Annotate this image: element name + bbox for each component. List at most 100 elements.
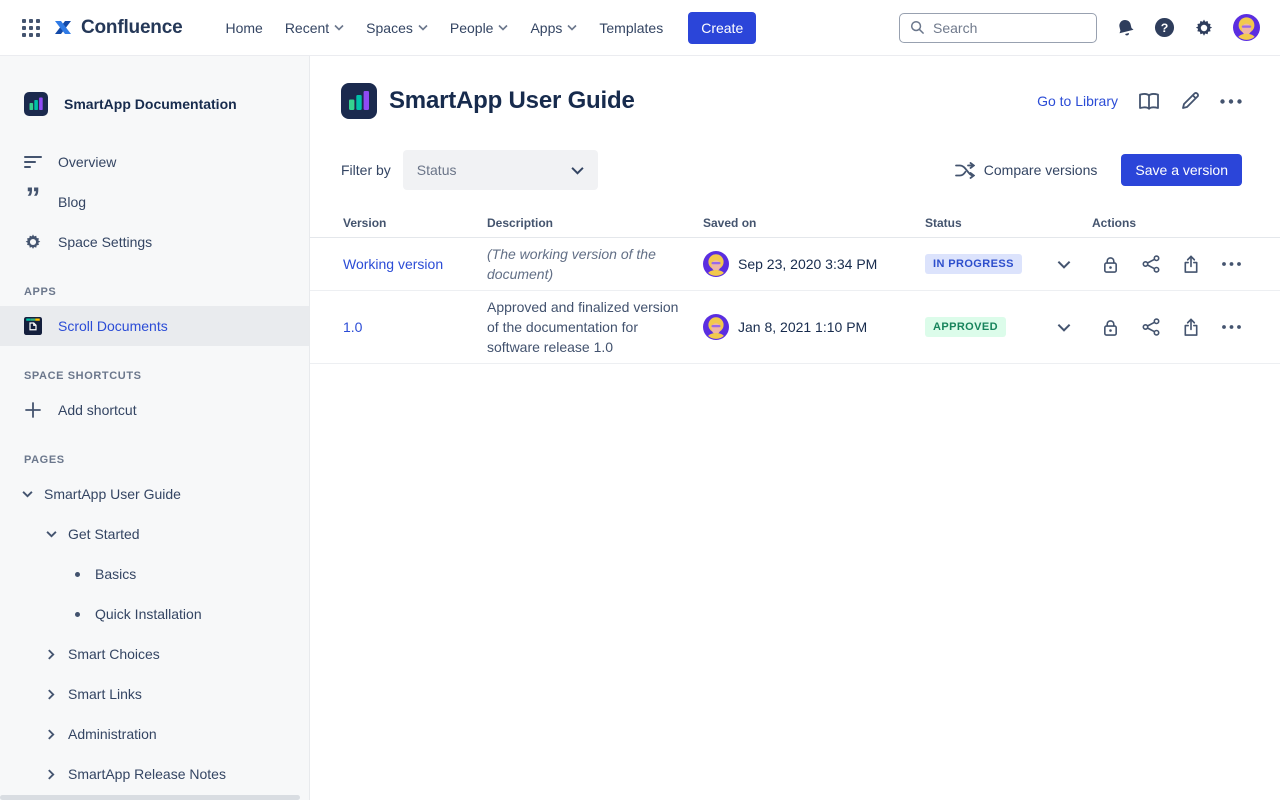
expand-row-chevron-icon[interactable]	[1035, 323, 1092, 332]
nav-recent[interactable]: Recent	[274, 12, 355, 44]
chevron-down-icon[interactable]	[20, 490, 34, 498]
brand-name: Confluence	[81, 17, 182, 39]
confluence-logo-icon	[52, 18, 74, 38]
status-badge: IN PROGRESS	[925, 254, 1022, 274]
chevron-down-icon	[567, 24, 577, 31]
space-name: SmartApp Documentation	[64, 96, 237, 112]
page-tree-item-quick-installation[interactable]: Quick Installation	[0, 594, 309, 634]
saved-on-timestamp: Sep 23, 2020 3:34 PM	[738, 256, 877, 272]
page-tree-item-administration[interactable]: Administration	[0, 714, 309, 754]
notifications-bell-icon[interactable]	[1116, 18, 1135, 37]
bullet-icon	[75, 572, 80, 577]
nav-home[interactable]: Home	[214, 12, 273, 44]
chevron-right-icon[interactable]	[44, 649, 58, 660]
saved-by-avatar	[703, 251, 729, 277]
space-header[interactable]: SmartApp Documentation	[0, 92, 309, 116]
chevron-down-icon	[418, 24, 428, 31]
search-icon	[910, 20, 925, 35]
column-header-actions: Actions	[1092, 216, 1280, 230]
column-header-saved-on: Saved on	[703, 216, 925, 230]
sidebar-item-blog[interactable]: ” Blog	[0, 182, 309, 222]
create-button[interactable]: Create	[688, 12, 756, 44]
export-icon[interactable]	[1183, 255, 1199, 274]
chevron-down-icon[interactable]	[44, 530, 58, 538]
page-tree: SmartApp User Guide Get Started Basics Q…	[0, 474, 309, 794]
permissions-lock-icon[interactable]	[1102, 255, 1119, 274]
page-tree-item-smart-links[interactable]: Smart Links	[0, 674, 309, 714]
sidebar-item-space-settings[interactable]: Space Settings	[0, 222, 309, 262]
help-icon[interactable]: ?	[1154, 17, 1175, 38]
version-description: Approved and finalized version of the do…	[487, 291, 703, 363]
go-to-library-link[interactable]: Go to Library	[1037, 93, 1118, 109]
search-input[interactable]	[933, 20, 1063, 36]
chevron-right-icon[interactable]	[44, 729, 58, 740]
confluence-logo[interactable]: Confluence	[52, 17, 182, 39]
column-header-version: Version	[343, 216, 487, 230]
chevron-right-icon[interactable]	[44, 689, 58, 700]
nav-people[interactable]: People	[439, 12, 520, 44]
more-actions-icon[interactable]	[1220, 99, 1242, 104]
page-tree-item-get-started[interactable]: Get Started	[0, 514, 309, 554]
overview-icon	[24, 155, 42, 169]
space-sidebar: SmartApp Documentation Overview ” Blog S…	[0, 56, 310, 800]
document-icon	[341, 83, 377, 119]
nav-apps[interactable]: Apps	[519, 12, 588, 44]
chevron-right-icon[interactable]	[44, 769, 58, 780]
column-header-description: Description	[487, 216, 703, 230]
settings-gear-icon[interactable]	[1194, 18, 1214, 38]
apps-section-label: APPS	[0, 286, 309, 298]
share-icon[interactable]	[1142, 255, 1160, 273]
compare-versions-button[interactable]: Compare versions	[955, 162, 1098, 179]
status-filter-dropdown[interactable]: Status	[403, 150, 598, 190]
app-switcher-icon[interactable]	[20, 17, 42, 39]
nav-templates[interactable]: Templates	[588, 12, 674, 44]
saved-by-avatar	[703, 314, 729, 340]
column-header-status: Status	[925, 216, 1035, 230]
versions-table: Version Description Saved on Status Acti…	[310, 208, 1280, 364]
row-more-actions-icon[interactable]	[1222, 325, 1241, 329]
table-row: 1.0 Approved and finalized version of th…	[310, 291, 1280, 364]
expand-row-chevron-icon[interactable]	[1035, 260, 1092, 269]
shortcuts-section-label: SPACE SHORTCUTS	[0, 370, 309, 382]
table-row: Working version (The working version of …	[310, 238, 1280, 291]
row-more-actions-icon[interactable]	[1222, 262, 1241, 266]
page-title: SmartApp User Guide	[389, 87, 635, 115]
primary-nav: Home Recent Spaces People Apps Templates	[214, 12, 674, 44]
filter-by-label: Filter by	[341, 162, 391, 178]
add-shortcut-button[interactable]: Add shortcut	[0, 390, 309, 430]
saved-on-timestamp: Jan 8, 2021 1:10 PM	[738, 319, 867, 335]
scroll-documents-icon	[24, 315, 42, 337]
chevron-down-icon	[334, 24, 344, 31]
library-book-icon[interactable]	[1138, 92, 1160, 111]
permissions-lock-icon[interactable]	[1102, 318, 1119, 337]
nav-spaces[interactable]: Spaces	[355, 12, 439, 44]
version-link[interactable]: 1.0	[343, 319, 487, 335]
version-link[interactable]: Working version	[343, 256, 487, 272]
sidebar-item-scroll-documents[interactable]: Scroll Documents	[0, 306, 309, 346]
page-tree-item-basics[interactable]: Basics	[0, 554, 309, 594]
chevron-down-icon	[498, 24, 508, 31]
user-avatar[interactable]	[1233, 14, 1260, 41]
page-tree-item-smartapp-release-notes[interactable]: SmartApp Release Notes	[0, 754, 309, 794]
pages-section-label: PAGES	[0, 454, 309, 466]
export-icon[interactable]	[1183, 318, 1199, 337]
status-badge: APPROVED	[925, 317, 1006, 337]
page-tree-item-smartapp-user-guide[interactable]: SmartApp User Guide	[0, 474, 309, 514]
blog-quote-icon: ”	[24, 194, 42, 210]
search-box[interactable]	[899, 13, 1097, 43]
svg-text:?: ?	[1161, 21, 1169, 35]
document-versions-panel: SmartApp User Guide Go to Library Filter…	[310, 56, 1280, 800]
save-a-version-button[interactable]: Save a version	[1121, 154, 1242, 186]
top-navigation-bar: Confluence Home Recent Spaces People App…	[0, 0, 1280, 56]
table-header-row: Version Description Saved on Status Acti…	[310, 208, 1280, 238]
sidebar-horizontal-scrollbar[interactable]	[0, 795, 300, 800]
share-icon[interactable]	[1142, 318, 1160, 336]
edit-pencil-icon[interactable]	[1180, 91, 1200, 111]
page-tree-item-smart-choices[interactable]: Smart Choices	[0, 634, 309, 674]
version-description: (The working version of the document)	[487, 238, 703, 290]
space-icon	[24, 92, 48, 116]
compare-icon	[955, 162, 975, 179]
bullet-icon	[75, 612, 80, 617]
gear-icon	[24, 233, 42, 251]
sidebar-item-overview[interactable]: Overview	[0, 142, 309, 182]
